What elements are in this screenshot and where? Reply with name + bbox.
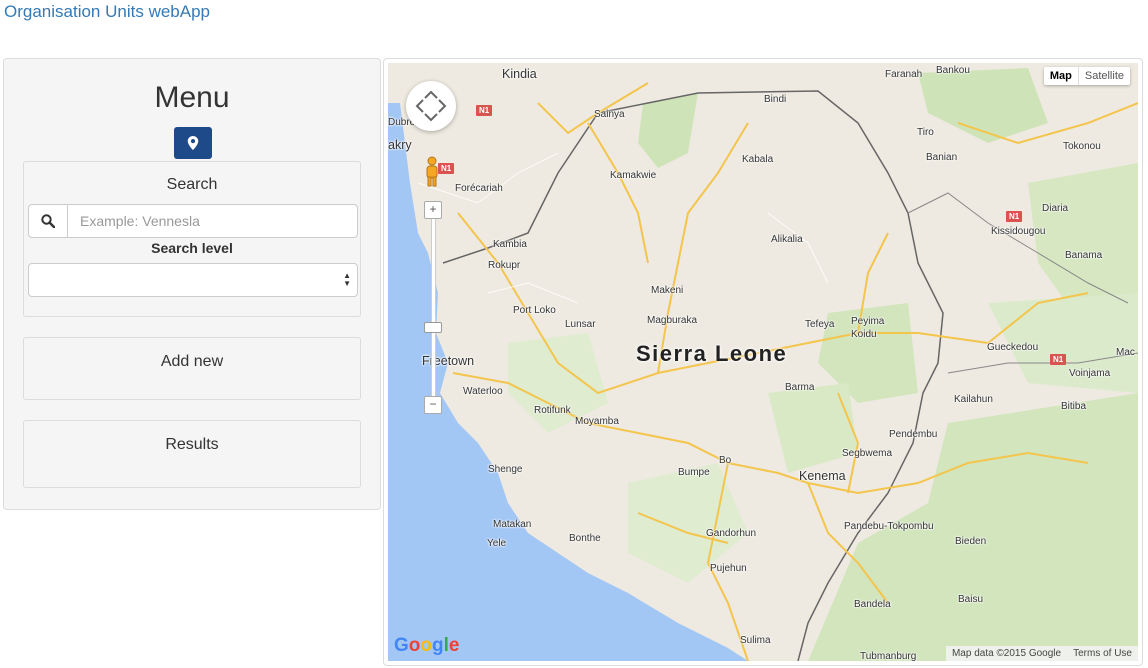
search-panel: Search Search level ▲▼ bbox=[23, 161, 361, 317]
place-label: Bumpe bbox=[678, 467, 710, 478]
search-icon-addon[interactable] bbox=[29, 205, 68, 237]
place-label: Bankou bbox=[936, 65, 970, 76]
search-icon bbox=[41, 214, 55, 228]
road-badge: N1 bbox=[476, 105, 493, 116]
place-label: Kissidougou bbox=[991, 226, 1046, 237]
map-type-map-button[interactable]: Map bbox=[1044, 67, 1079, 85]
place-label: Mac bbox=[1116, 347, 1135, 358]
map-attribution: Map data ©2015 Google Terms of Use bbox=[945, 646, 1138, 661]
place-label: Magburaka bbox=[647, 315, 698, 326]
place-label: Kambia bbox=[493, 239, 527, 250]
place-label: Alikalia bbox=[771, 234, 803, 245]
place-label: Barma bbox=[785, 382, 815, 393]
road-badge: N1 bbox=[1006, 211, 1023, 222]
results-label: Results bbox=[165, 436, 219, 453]
search-level-select[interactable]: ▲ ▼ bbox=[28, 263, 358, 297]
place-label: Koidu bbox=[851, 329, 877, 340]
place-label: Kabala bbox=[742, 154, 774, 165]
zoom-in-button[interactable]: + bbox=[424, 201, 442, 219]
place-label: Shenge bbox=[488, 464, 523, 475]
place-label: Kamakwie bbox=[610, 170, 657, 181]
place-label: Banian bbox=[926, 152, 958, 163]
place-label: Bieden bbox=[955, 536, 987, 547]
place-label: Tubmanburg bbox=[860, 651, 917, 661]
place-label: Makeni bbox=[651, 285, 684, 296]
place-label: Bitiba bbox=[1061, 401, 1087, 412]
place-label: Rotifunk bbox=[534, 405, 571, 416]
app-title-link[interactable]: Organisation Units webApp bbox=[4, 2, 210, 22]
google-logo: Google bbox=[394, 635, 460, 656]
place-label: Pendembu bbox=[889, 429, 938, 440]
locate-button[interactable] bbox=[174, 127, 212, 159]
place-label: Rokupr bbox=[488, 260, 521, 271]
terms-of-use-link[interactable]: Terms of Use bbox=[1073, 648, 1132, 659]
results-panel[interactable]: Results bbox=[23, 420, 361, 488]
place-label: Baisu bbox=[958, 594, 984, 605]
add-new-label: Add new bbox=[160, 353, 224, 370]
search-input-group bbox=[28, 204, 358, 238]
place-label: Segbwema bbox=[842, 448, 893, 459]
place-label: Kindia bbox=[502, 67, 537, 81]
zoom-slider-track[interactable] bbox=[431, 218, 436, 400]
place-label: Bo bbox=[719, 455, 732, 466]
place-label: akry bbox=[388, 138, 412, 152]
place-label: Bandela bbox=[854, 599, 891, 610]
select-arrows-icon: ▲ ▼ bbox=[343, 271, 351, 288]
place-label: Diaria bbox=[1042, 203, 1069, 214]
street-view-pegman-icon[interactable] bbox=[423, 156, 441, 188]
zoom-slider-thumb[interactable] bbox=[424, 322, 442, 333]
place-label: Matakan bbox=[493, 519, 532, 530]
place-label: Banama bbox=[1065, 250, 1103, 261]
place-label: Peyima bbox=[851, 316, 885, 327]
menu-title: Menu bbox=[154, 81, 230, 114]
place-label: Kailahun bbox=[954, 394, 993, 405]
place-label: Voinjama bbox=[1069, 368, 1111, 379]
place-label: Forécariah bbox=[455, 183, 503, 194]
search-title: Search bbox=[166, 176, 218, 193]
menu-panel: Menu Search Search level ▲▼ Add new Resu… bbox=[3, 58, 381, 510]
zoom-out-button[interactable]: − bbox=[424, 396, 442, 414]
pan-arrows-icon bbox=[415, 90, 447, 122]
place-label: Bindi bbox=[764, 94, 787, 105]
place-label: Sainya bbox=[594, 109, 625, 120]
place-label: Tefeya bbox=[805, 319, 835, 330]
place-label: Moyamba bbox=[575, 416, 619, 427]
place-label: Sulima bbox=[740, 635, 771, 646]
map-canvas[interactable]: Kindia Faranah Bankou Dubrék akry Sainya… bbox=[388, 63, 1138, 661]
place-label: Yele bbox=[487, 538, 507, 549]
place-label: Bonthe bbox=[569, 533, 601, 544]
search-input[interactable] bbox=[68, 205, 357, 237]
place-label: Freetown bbox=[422, 354, 475, 368]
place-label: Pandebu-Tokpombu bbox=[844, 521, 934, 532]
pan-control[interactable] bbox=[406, 81, 456, 131]
place-label: Gueckedou bbox=[987, 342, 1039, 353]
attribution-text: Map data ©2015 Google bbox=[951, 648, 1062, 659]
place-label: Waterloo bbox=[463, 386, 503, 397]
place-label: Pujehun bbox=[710, 563, 747, 574]
place-label: Lunsar bbox=[565, 319, 596, 330]
place-label: Faranah bbox=[885, 69, 923, 80]
map-frame: Kindia Faranah Bankou Dubrék akry Sainya… bbox=[383, 58, 1143, 666]
country-label: Sierra Leone bbox=[636, 341, 788, 366]
place-label: Gandorhun bbox=[706, 528, 757, 539]
search-level-label: Search level bbox=[151, 240, 233, 256]
map-marker-icon bbox=[187, 136, 199, 150]
add-new-panel[interactable]: Add new bbox=[23, 337, 361, 400]
map-type-satellite-button[interactable]: Satellite bbox=[1079, 67, 1130, 85]
map-type-control: Map Satellite bbox=[1043, 67, 1130, 85]
place-label: Kenema bbox=[799, 469, 846, 483]
place-label: Tiro bbox=[917, 127, 934, 138]
place-label: Tokonou bbox=[1063, 141, 1101, 152]
place-label: Port Loko bbox=[513, 305, 556, 316]
road-badge: N1 bbox=[1050, 354, 1067, 365]
